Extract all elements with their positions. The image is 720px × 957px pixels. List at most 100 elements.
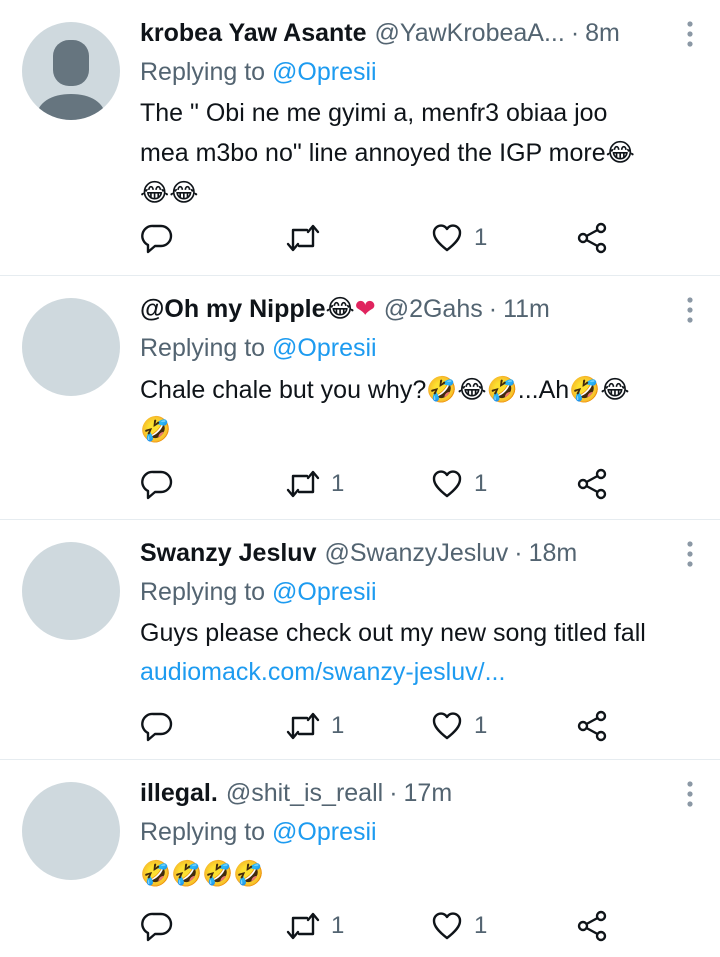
replying-to: Replying to @Opresii [140, 52, 700, 92]
tweet[interactable]: illegal. @shit_is_reall · 17m Replying t… [0, 760, 720, 957]
replying-to: Replying to @Opresii [140, 812, 700, 852]
retweet-button[interactable]: 1 [285, 906, 344, 946]
reply-icon [141, 912, 173, 942]
like-button[interactable]: 1 [430, 706, 487, 746]
share-icon [577, 710, 607, 742]
like-icon [432, 912, 462, 940]
share-icon [577, 222, 607, 254]
retweet-count: 1 [331, 470, 345, 497]
reply-icon [141, 224, 173, 254]
tweet-actions: 1 [140, 218, 700, 258]
tweet-text-segment: ...Ah [517, 376, 570, 404]
more-icon[interactable] [664, 296, 700, 324]
tweet-text-segment: Chale chale but you why? [140, 376, 427, 404]
tweet[interactable]: @Oh my Nipple 😂 ❤ @2Gahs · 11m Replying to… [0, 276, 720, 520]
replying-label: Replying to [140, 334, 266, 362]
tweet-content: illegal. @shit_is_reall · 17m Replying t… [140, 774, 700, 893]
timestamp[interactable]: 11m [503, 290, 550, 328]
tweet-text: Guys please check out my new song titled… [140, 614, 700, 692]
separator-dot: · [488, 295, 498, 323]
separator-dot: · [389, 779, 398, 807]
emoji-line: 🤣🤣🤣🤣 [140, 859, 265, 888]
emoji-line: 🤣 [140, 415, 172, 444]
more-icon[interactable] [664, 20, 700, 48]
retweet-button[interactable]: 1 [285, 464, 344, 504]
share-button[interactable] [575, 464, 609, 504]
display-name[interactable]: krobea Yaw Asante [140, 14, 367, 52]
like-count: 1 [474, 224, 488, 251]
more-icon[interactable] [664, 780, 700, 808]
reply-feed: krobea Yaw Asante @YawKrobeaA... · 8m Re… [0, 0, 720, 957]
reply-button[interactable] [140, 906, 174, 946]
display-name[interactable]: Swanzy Jesluv [140, 534, 316, 572]
joy-emoji: 😂 [605, 138, 635, 167]
like-button[interactable]: 1 [430, 464, 487, 504]
avatar[interactable] [22, 782, 120, 880]
like-count: 1 [474, 912, 488, 939]
user-handle[interactable]: @2Gahs [384, 290, 483, 328]
share-button[interactable] [575, 706, 609, 746]
tweet-content: krobea Yaw Asante @YawKrobeaA... · 8m Re… [140, 14, 700, 212]
share-icon [577, 468, 607, 500]
default-avatar-icon [36, 40, 106, 120]
tweet-text-line: mea m3bo no" line annoyed the IGP more😂 [140, 133, 700, 173]
tweet-text: Chale chale but you why?🤣😂🤣...Ah🤣😂 🤣 [140, 370, 700, 449]
timestamp[interactable]: 8m [585, 14, 620, 52]
retweet-icon [286, 912, 320, 940]
timestamp[interactable]: 17m [404, 774, 453, 812]
display-name[interactable]: illegal. [140, 774, 218, 812]
share-button[interactable] [575, 218, 609, 258]
like-button[interactable]: 1 [430, 218, 487, 258]
avatar[interactable] [22, 542, 120, 640]
like-icon [432, 470, 462, 498]
like-icon [432, 224, 462, 252]
tweet[interactable]: Swanzy Jesluv @SwanzyJesluv · 18m Replyi… [0, 520, 720, 760]
user-handle[interactable]: @SwanzyJesluv [324, 534, 508, 572]
avatar[interactable] [22, 298, 120, 396]
mention-link[interactable]: @Opresii [272, 58, 377, 86]
retweet-button[interactable]: 1 [285, 706, 344, 746]
tweet[interactable]: krobea Yaw Asante @YawKrobeaA... · 8m Re… [0, 0, 720, 276]
tweet-text-line: The " Obi ne me gyimi a, menfr3 obiaa jo… [140, 99, 608, 127]
tweet-header: Swanzy Jesluv @SwanzyJesluv · 18m [140, 534, 700, 572]
mention-link[interactable]: @Opresii [272, 818, 377, 846]
tweet-header: illegal. @shit_is_reall · 17m [140, 774, 700, 812]
heart-emoji: ❤ [354, 294, 376, 323]
tweet-text: 🤣🤣🤣🤣 [140, 854, 700, 893]
tweet-actions: 1 1 [140, 906, 700, 946]
tweet-text-line: Guys please check out my new song titled… [140, 619, 646, 647]
retweet-count: 1 [331, 912, 345, 939]
rofl-emoji: 🤣😂🤣 [426, 375, 518, 404]
user-handle[interactable]: @YawKrobeaA... [375, 14, 565, 52]
mention-link[interactable]: @Opresii [272, 578, 377, 606]
joy-emoji: 😂 [325, 294, 355, 323]
reply-button[interactable] [140, 706, 174, 746]
like-count: 1 [474, 712, 488, 739]
user-handle[interactable]: @shit_is_reall [226, 774, 383, 812]
like-icon [432, 712, 462, 740]
retweet-icon [286, 470, 320, 498]
tweet-text-line: Chale chale but you why?🤣😂🤣...Ah🤣😂 [140, 370, 700, 410]
like-count: 1 [474, 470, 488, 497]
tweet-content: Swanzy Jesluv @SwanzyJesluv · 18m Replyi… [140, 534, 700, 692]
audiomack-link[interactable]: audiomack.com/swanzy-jesluv/... [140, 653, 700, 692]
reply-icon [141, 470, 173, 500]
separator-dot: · [514, 539, 523, 567]
avatar[interactable] [22, 22, 120, 120]
like-button[interactable]: 1 [430, 906, 487, 946]
reply-button[interactable] [140, 464, 174, 504]
replying-label: Replying to [140, 578, 266, 606]
retweet-button[interactable] [285, 218, 331, 258]
retweet-icon [286, 712, 320, 740]
mention-link[interactable]: @Opresii [272, 334, 377, 362]
reply-button[interactable] [140, 218, 174, 258]
share-button[interactable] [575, 906, 609, 946]
replying-to: Replying to @Opresii [140, 328, 700, 368]
replying-to: Replying to @Opresii [140, 572, 700, 612]
emoji-line: 😂😂 [140, 178, 199, 207]
display-name[interactable]: @Oh my Nipple [140, 290, 326, 328]
replying-label: Replying to [140, 818, 266, 846]
more-icon[interactable] [664, 540, 700, 568]
separator-dot: · [570, 19, 580, 47]
timestamp[interactable]: 18m [529, 534, 578, 572]
